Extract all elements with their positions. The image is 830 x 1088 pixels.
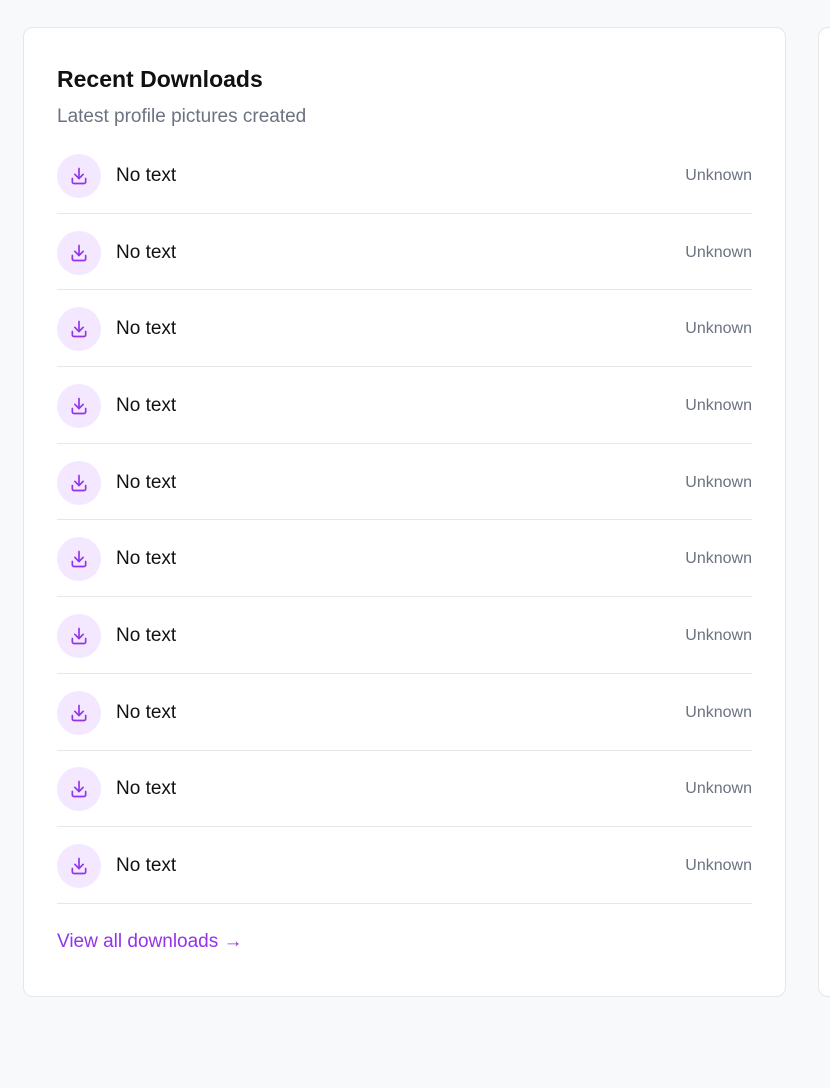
adjacent-card xyxy=(818,27,830,997)
download-meta: Unknown xyxy=(685,626,752,644)
download-label: No text xyxy=(116,855,177,877)
download-label: No text xyxy=(116,241,177,263)
list-item[interactable]: No text Unknown xyxy=(57,674,752,751)
download-meta: Unknown xyxy=(685,857,752,875)
card-subtitle: Latest profile pictures created xyxy=(57,106,307,127)
download-icon xyxy=(57,613,101,658)
list-item[interactable]: No text Unknown xyxy=(57,367,752,444)
card-title: Recent Downloads xyxy=(57,66,263,92)
download-icon xyxy=(57,767,101,812)
download-label: No text xyxy=(116,394,177,416)
list-item[interactable]: No text Unknown xyxy=(57,214,752,291)
recent-downloads-card: Recent Downloads Latest profile pictures… xyxy=(23,27,786,997)
download-meta: Unknown xyxy=(685,396,752,414)
download-meta: Unknown xyxy=(685,166,752,184)
download-label: No text xyxy=(116,164,177,186)
list-item[interactable]: No text Unknown xyxy=(57,444,752,521)
download-label: No text xyxy=(116,701,177,723)
download-label: No text xyxy=(116,318,177,340)
download-icon xyxy=(57,460,101,505)
download-meta: Unknown xyxy=(685,320,752,338)
list-item[interactable]: No text Unknown xyxy=(57,827,752,904)
download-icon xyxy=(57,307,101,352)
download-meta: Unknown xyxy=(685,243,752,261)
download-meta: Unknown xyxy=(685,473,752,491)
download-icon xyxy=(57,153,101,198)
download-meta: Unknown xyxy=(685,780,752,798)
view-all-downloads-link[interactable]: View all downloads → xyxy=(57,931,243,953)
download-icon xyxy=(57,537,101,582)
download-icon xyxy=(57,230,101,275)
list-item[interactable]: No text Unknown xyxy=(57,597,752,674)
download-icon xyxy=(57,844,101,889)
download-label: No text xyxy=(116,624,177,646)
download-icon xyxy=(57,383,101,428)
list-item[interactable]: No text Unknown xyxy=(57,520,752,598)
downloads-list: No text Unknown No text Unknown No text … xyxy=(57,137,752,904)
list-item[interactable]: No text Unknown xyxy=(57,290,752,368)
download-meta: Unknown xyxy=(685,550,752,568)
download-icon xyxy=(57,690,101,735)
download-label: No text xyxy=(116,778,177,800)
list-item[interactable]: No text Unknown xyxy=(57,137,752,214)
download-label: No text xyxy=(116,548,177,570)
download-meta: Unknown xyxy=(685,703,752,721)
list-item[interactable]: No text Unknown xyxy=(57,751,752,828)
download-label: No text xyxy=(116,471,177,493)
